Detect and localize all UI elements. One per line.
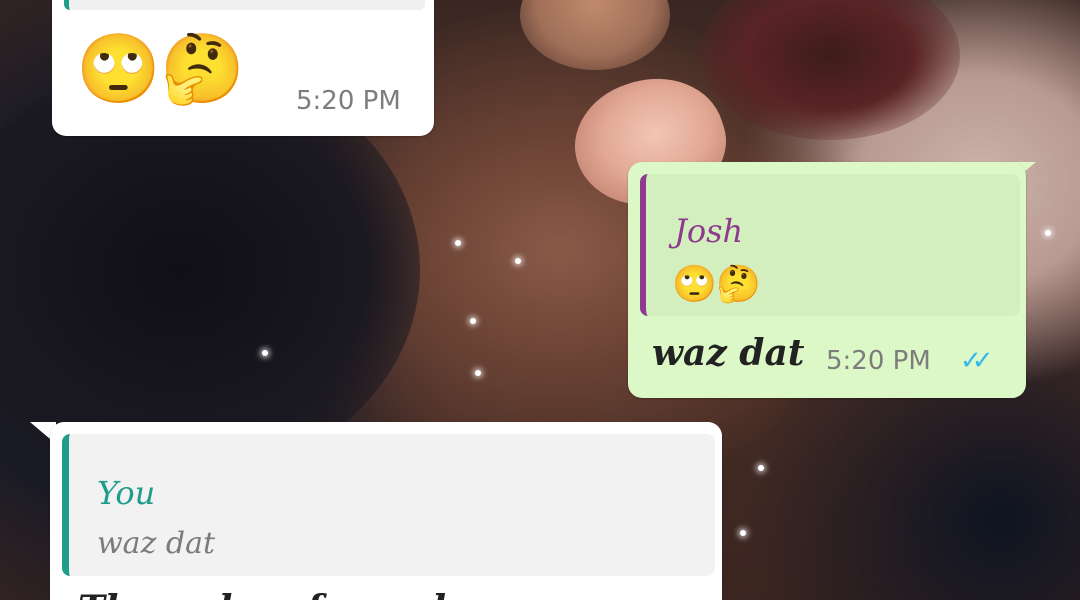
outgoing-message-bubble[interactable]: Josh 🙄 🤔 waz dat 5:20 PM ✓✓ <box>628 162 1026 398</box>
quoted-message[interactable]: Josh 🙄 🤔 <box>640 174 1020 316</box>
message-timestamp: 5:20 PM <box>296 86 401 116</box>
quoted-message-stub[interactable] <box>64 0 425 10</box>
quoted-author-name: You <box>97 474 156 512</box>
message-timestamp: 5:20 PM <box>826 346 931 376</box>
thinking-face-emoji: 🤔 <box>716 264 761 305</box>
wallpaper-hair-top <box>700 0 960 140</box>
sparkle <box>1045 230 1051 236</box>
sparkle <box>475 370 481 376</box>
sparkle <box>455 240 461 246</box>
thinking-face-emoji: 🤔 <box>160 30 245 109</box>
incoming-message-bubble[interactable]: 🙄 🤔 5:20 PM <box>52 0 434 136</box>
wallpaper-nose <box>520 0 670 70</box>
sparkle <box>758 465 764 471</box>
message-text: Th... ...k ... fe... ...h... <box>78 588 496 600</box>
sparkle <box>740 530 746 536</box>
sparkle <box>262 350 268 356</box>
quoted-message[interactable]: You waz dat <box>62 434 715 576</box>
eye-roll-emoji: 🙄 <box>76 30 161 109</box>
incoming-message-bubble[interactable]: You waz dat Th... ...k ... fe... ...h... <box>50 422 722 600</box>
sparkle <box>515 258 521 264</box>
double-check-read-icon: ✓✓ <box>960 346 993 376</box>
message-text: waz dat <box>652 332 805 374</box>
quoted-author-name: Josh <box>674 212 744 250</box>
sparkle <box>470 318 476 324</box>
eye-roll-emoji: 🙄 <box>672 264 717 305</box>
quoted-message-text: waz dat <box>97 526 216 561</box>
